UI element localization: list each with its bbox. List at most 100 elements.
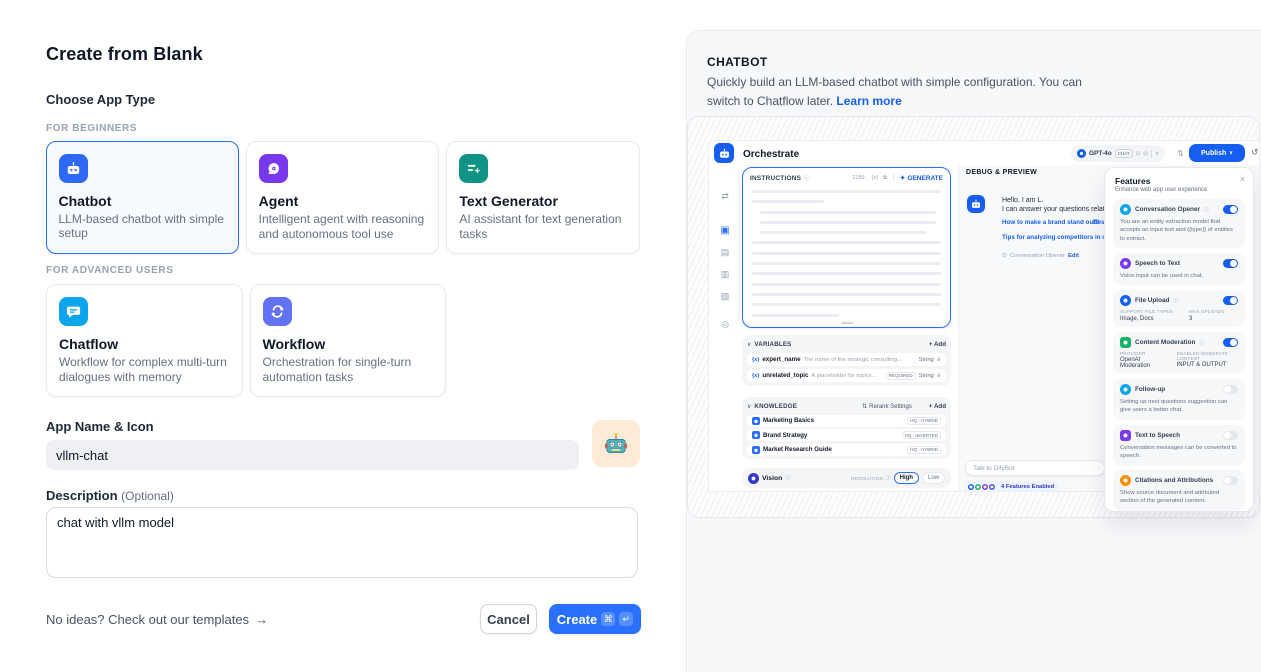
app-type-name: Agent (259, 193, 427, 209)
app-type-name: Chatbot (59, 193, 227, 209)
variables-panel: ∨ VARIABLES + Add {x} expert_name The na… (742, 335, 951, 386)
sidebar-image-icon[interactable]: ▤ (721, 247, 730, 258)
vision-label: Vision (762, 475, 782, 482)
knowledge-row[interactable]: Brand Strategy HQ · INVERTED (747, 429, 946, 441)
close-icon[interactable]: × (1240, 175, 1245, 184)
learn-more-link[interactable]: Learn more (836, 94, 901, 108)
suggested-question-cut[interactable]: Bes (1093, 219, 1105, 226)
templates-link[interactable]: No ideas? Check out our templates → (46, 612, 268, 627)
instructions-title: INSTRUCTIONS (750, 175, 801, 182)
chevron-down-icon: ∨ (1155, 151, 1159, 157)
app-type-card-workflow[interactable]: Workflow Orchestration for single-turn a… (250, 284, 447, 397)
app-name-label: App Name & Icon (46, 419, 154, 434)
knowledge-panel: ∨ KNOWLEDGE ⇅ Rerank Settings + Add Mark… (742, 397, 951, 459)
citations-toggle[interactable] (1223, 476, 1238, 485)
content-moderation-icon (1120, 337, 1131, 348)
copy-icon[interactable]: ⧉ (883, 175, 887, 182)
add-variable-button[interactable]: + Add (929, 341, 946, 348)
model-selector[interactable]: GPT-4o CHAT ⊙ ◎ ∨ (1071, 145, 1165, 162)
chat-input[interactable]: Talk to DifyBot (965, 460, 1105, 476)
beginner-card-row: Chatbot LLM-based chatbot with simple se… (46, 141, 640, 254)
content-moderation-toggle[interactable] (1223, 338, 1238, 347)
app-type-name: Chatflow (59, 336, 230, 352)
app-type-info-panel: CHATBOT Quickly build an LLM-based chatb… (686, 30, 1261, 672)
enter-key-icon: ↵ (619, 612, 633, 626)
params-sliders-icon[interactable]: ⇅ (1177, 149, 1184, 158)
skeleton-line (760, 211, 936, 214)
variable-row[interactable]: {x} expert_name The name of the strategi… (747, 353, 946, 366)
skeleton-line (752, 272, 941, 275)
add-knowledge-button[interactable]: + Add (929, 403, 946, 410)
description-textarea[interactable]: chat with vllm model (46, 507, 638, 578)
for-advanced-users-label: FOR ADVANCED USERS (46, 265, 173, 276)
opener-mark-icon: ⊙ (1002, 253, 1007, 259)
robot-emoji-icon (603, 431, 629, 457)
sidebar-orchestrate-icon[interactable]: ▣ (720, 225, 729, 236)
app-type-card-chatbot[interactable]: Chatbot LLM-based chatbot with simple se… (46, 141, 239, 254)
resolution-low-option[interactable]: Low (922, 472, 945, 484)
sidebar-globe-icon[interactable]: ◎ (721, 319, 729, 330)
vision-row: Vision ⓘ RESOLUTION ⓘ High Low (742, 468, 951, 488)
edit-opener-button[interactable]: Edit (1068, 253, 1079, 259)
features-enabled-badge[interactable]: 4 Features Enabled (964, 481, 1059, 492)
rerank-settings-button[interactable]: ⇅ Rerank Settings (862, 403, 912, 410)
follow-up-toggle[interactable] (1223, 385, 1238, 394)
variables-token-icon[interactable]: {x} (872, 175, 878, 181)
choose-app-type-heading: Choose App Type (46, 92, 155, 107)
model-name: GPT-4o (1089, 150, 1112, 157)
file-upload-toggle[interactable] (1223, 296, 1238, 305)
collapse-icon[interactable]: ∨ (747, 403, 751, 410)
sidebar-note-icon[interactable]: ▨ (721, 291, 730, 302)
knowledge-row[interactable]: Marketing Basics HQ · HYBRID (747, 415, 946, 427)
publish-button[interactable]: Publish ∨ (1189, 144, 1245, 162)
mock-app-title: Orchestrate (743, 149, 799, 160)
speech-to-text-toggle[interactable] (1223, 259, 1238, 268)
text-to-speech-toggle[interactable] (1223, 431, 1238, 440)
chatflow-icon (59, 297, 88, 326)
app-name-input[interactable] (46, 440, 579, 470)
history-icon[interactable]: ↺ (1251, 147, 1259, 158)
suggested-question[interactable]: How to make a brand stand out? (1002, 219, 1099, 226)
shuffle-icon[interactable]: ⇄ (721, 191, 729, 202)
info-icon: ⓘ (1173, 297, 1178, 304)
conversation-opener-icon (1120, 204, 1131, 215)
instructions-panel: INSTRUCTIONS ⓘ 2189 {x} ⧉ ✦ GENERATE (742, 167, 951, 328)
cancel-button[interactable]: Cancel (480, 604, 537, 634)
dataset-icon (752, 417, 760, 425)
collapse-icon[interactable]: ∨ (747, 341, 751, 348)
text-generator-icon (459, 154, 488, 183)
variable-row[interactable]: {x} unrelated_topic A placeholder for to… (747, 369, 946, 382)
app-type-card-agent[interactable]: Agent Intelligent agent with reasoning a… (246, 141, 440, 254)
skeleton-line (752, 293, 941, 296)
feature-card-follow-up: Follow-up Setting up next questions sugg… (1113, 379, 1245, 420)
resize-handle[interactable] (841, 322, 853, 325)
mic-icon: ⊙ (1136, 151, 1141, 157)
app-type-card-text-generator[interactable]: Text Generator AI assistant for text gen… (446, 141, 640, 254)
knowledge-row[interactable]: Market Research Guide HQ · HYBRID (747, 444, 946, 456)
arrow-right-icon: → (255, 612, 268, 627)
divider (1151, 150, 1152, 158)
sidebar-doc-icon[interactable]: ▥ (721, 269, 730, 280)
resolution-high-option[interactable]: High (894, 472, 919, 484)
generate-button[interactable]: ✦ GENERATE (900, 174, 943, 182)
info-icon: ⓘ (1199, 339, 1204, 346)
chatbot-preview-image: Orchestrate GPT-4o CHAT ⊙ ◎ ∨ ⇅ Publish … (687, 116, 1260, 518)
follow-up-icon (1120, 384, 1131, 395)
vision-icon (748, 473, 759, 484)
model-chat-tag: CHAT (1115, 149, 1133, 158)
speech-to-text-icon (1120, 258, 1131, 269)
app-icon-picker[interactable] (592, 420, 640, 467)
skeleton-line (760, 221, 936, 224)
resolution-label: RESOLUTION (851, 476, 883, 481)
conversation-opener-toggle[interactable] (1223, 205, 1238, 214)
info-icon: ⓘ (785, 474, 791, 482)
variable-token-icon: {x} (752, 373, 759, 379)
create-button[interactable]: Create ⌘ ↵ (549, 604, 641, 634)
chevron-down-icon: ∨ (1229, 150, 1233, 156)
variables-title: VARIABLES (754, 341, 791, 348)
info-icon: ⓘ (804, 174, 810, 182)
agent-icon (259, 154, 288, 183)
feature-card-speech-to-text: Speech to Text Voice input can be used i… (1113, 253, 1245, 285)
app-type-card-chatflow[interactable]: Chatflow Workflow for complex multi-turn… (46, 284, 243, 397)
skeleton-line (760, 231, 926, 234)
